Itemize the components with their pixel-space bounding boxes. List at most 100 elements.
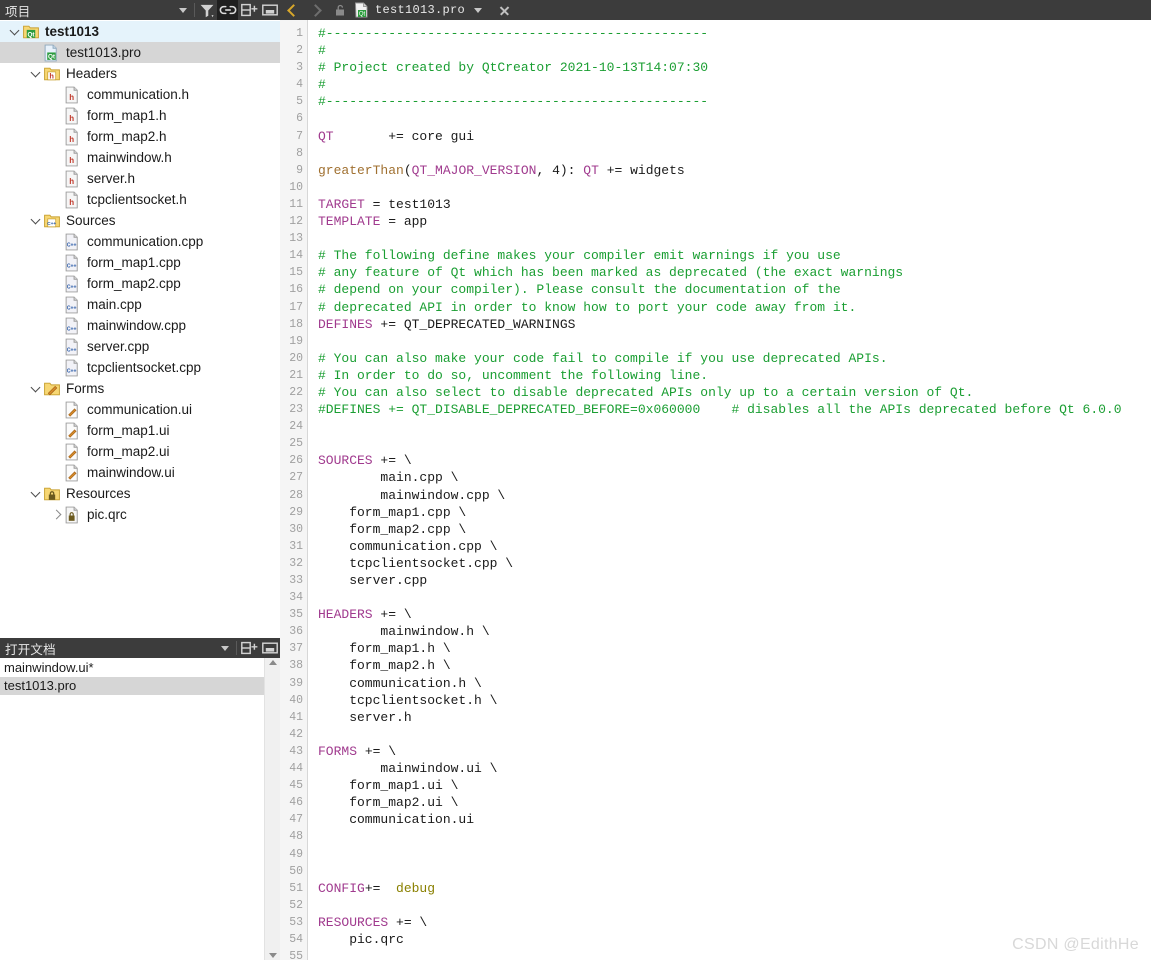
chevron-right-icon[interactable]	[48, 504, 64, 525]
tree-item-headers[interactable]: h Headers	[0, 63, 280, 84]
code-line[interactable]: #	[318, 76, 1151, 93]
projects-view-dropdown-button[interactable]	[172, 0, 193, 20]
chevron-down-icon[interactable]	[27, 210, 43, 231]
code-line[interactable]: CONFIG+= debug	[318, 880, 1151, 897]
chevron-down-icon[interactable]	[27, 483, 43, 504]
tree-item-pic-qrc[interactable]: pic.qrc	[0, 504, 280, 525]
code-line[interactable]	[318, 897, 1151, 914]
code-line[interactable]: TARGET = test1013	[318, 196, 1151, 213]
filter-button[interactable]	[196, 0, 217, 20]
code-line[interactable]: form_map2.h \	[318, 657, 1151, 674]
code-line[interactable]: communication.ui	[318, 811, 1151, 828]
code-line[interactable]: # You can also make your code fail to co…	[318, 350, 1151, 367]
code-line[interactable]	[318, 589, 1151, 606]
code-line[interactable]: # In order to do so, uncomment the follo…	[318, 367, 1151, 384]
code-content[interactable]: #---------------------------------------…	[308, 20, 1151, 960]
tree-item-server-h[interactable]: h server.h	[0, 168, 280, 189]
open-document-item[interactable]: mainwindow.ui*	[0, 659, 264, 677]
code-line[interactable]: communication.h \	[318, 675, 1151, 692]
current-file-indicator[interactable]: Qt test1013.pro	[354, 2, 465, 18]
code-line[interactable]: form_map1.cpp \	[318, 504, 1151, 521]
tree-item-form-map1-cpp[interactable]: C++ form_map1.cpp	[0, 252, 280, 273]
tree-item-form-map2-ui[interactable]: form_map2.ui	[0, 441, 280, 462]
open-documents-minimize-button[interactable]	[259, 638, 280, 658]
code-line[interactable]	[318, 333, 1151, 350]
toggle-read-only-button[interactable]	[328, 3, 352, 17]
close-document-button[interactable]	[491, 0, 517, 20]
chevron-down-icon[interactable]	[27, 378, 43, 399]
code-line[interactable]: form_map2.cpp \	[318, 521, 1151, 538]
code-line[interactable]: server.cpp	[318, 572, 1151, 589]
code-line[interactable]: DEFINES += QT_DEPRECATED_WARNINGS	[318, 316, 1151, 333]
add-split-button[interactable]	[238, 0, 259, 20]
code-line[interactable]: # any feature of Qt which has been marke…	[318, 264, 1151, 281]
code-line[interactable]: # Project created by QtCreator 2021-10-1…	[318, 59, 1151, 76]
tree-item-tcpclientsocket-h[interactable]: h tcpclientsocket.h	[0, 189, 280, 210]
file-list-dropdown-button[interactable]	[465, 0, 491, 20]
code-line[interactable]: mainwindow.ui \	[318, 760, 1151, 777]
chevron-down-icon[interactable]	[6, 21, 22, 42]
code-editor[interactable]: 1 2 3 4 5 6 7 8 9 10 11 12 13 14 15 16 17 18 19 20 21 22 23 24 2…	[280, 20, 1151, 960]
code-line[interactable]	[318, 145, 1151, 162]
open-document-item[interactable]: test1013.pro	[0, 677, 264, 695]
code-line[interactable]	[318, 435, 1151, 452]
open-documents-list[interactable]: mainwindow.ui* test1013.pro	[0, 658, 280, 960]
open-documents-items[interactable]: mainwindow.ui* test1013.pro	[0, 658, 264, 960]
code-line[interactable]: main.cpp \	[318, 469, 1151, 486]
tree-item-communication-cpp[interactable]: C++ communication.cpp	[0, 231, 280, 252]
code-line[interactable]	[318, 230, 1151, 247]
code-line[interactable]: #---------------------------------------…	[318, 25, 1151, 42]
code-line[interactable]: #	[318, 42, 1151, 59]
code-line[interactable]	[318, 726, 1151, 743]
code-line[interactable]: # depend on your compiler). Please consu…	[318, 281, 1151, 298]
code-line[interactable]	[318, 846, 1151, 863]
code-line[interactable]: communication.cpp \	[318, 538, 1151, 555]
tree-item-mainwindow-cpp[interactable]: C++ mainwindow.cpp	[0, 315, 280, 336]
open-documents-add-split-button[interactable]	[238, 638, 259, 658]
code-line[interactable]: form_map1.ui \	[318, 777, 1151, 794]
code-line[interactable]	[318, 418, 1151, 435]
code-line[interactable]: #---------------------------------------…	[318, 93, 1151, 110]
code-line[interactable]: RESOURCES += \	[318, 914, 1151, 931]
code-line[interactable]: TEMPLATE = app	[318, 213, 1151, 230]
minimize-panel-button[interactable]	[259, 0, 280, 20]
tree-item-server-cpp[interactable]: C++ server.cpp	[0, 336, 280, 357]
code-line[interactable]: FORMS += \	[318, 743, 1151, 760]
code-line[interactable]	[318, 863, 1151, 880]
code-line[interactable]: form_map1.h \	[318, 640, 1151, 657]
tree-item-main-cpp[interactable]: C++ main.cpp	[0, 294, 280, 315]
tree-item-test1013[interactable]: Qt test1013	[0, 21, 280, 42]
code-line[interactable]: # deprecated API in order to know how to…	[318, 299, 1151, 316]
open-documents-scrollbar[interactable]	[264, 658, 280, 960]
code-line[interactable]	[318, 179, 1151, 196]
code-line[interactable]: HEADERS += \	[318, 606, 1151, 623]
tree-item-sources[interactable]: C++ Sources	[0, 210, 280, 231]
open-documents-dropdown-button[interactable]	[214, 638, 235, 658]
code-line[interactable]: SOURCES += \	[318, 452, 1151, 469]
code-line[interactable]: # You can also select to disable depreca…	[318, 384, 1151, 401]
code-line[interactable]: server.h	[318, 709, 1151, 726]
chevron-down-icon[interactable]	[27, 63, 43, 84]
scroll-up-arrow-icon[interactable]	[268, 660, 277, 665]
tree-item-mainwindow-ui[interactable]: mainwindow.ui	[0, 462, 280, 483]
tree-item-forms[interactable]: Forms	[0, 378, 280, 399]
code-line[interactable]: # The following define makes your compil…	[318, 247, 1151, 264]
code-line[interactable]: #DEFINES += QT_DISABLE_DEPRECATED_BEFORE…	[318, 401, 1151, 418]
code-line[interactable]: form_map2.ui \	[318, 794, 1151, 811]
scroll-down-arrow-icon[interactable]	[268, 953, 277, 958]
navigate-forward-button[interactable]	[304, 0, 328, 20]
tree-item-communication-ui[interactable]: communication.ui	[0, 399, 280, 420]
navigate-back-button[interactable]	[280, 0, 304, 20]
tree-item-form-map2-cpp[interactable]: C++ form_map2.cpp	[0, 273, 280, 294]
code-line[interactable]	[318, 110, 1151, 127]
tree-item-form-map2-h[interactable]: h form_map2.h	[0, 126, 280, 147]
tree-item-tcpclientsocket-cpp[interactable]: C++ tcpclientsocket.cpp	[0, 357, 280, 378]
tree-item-resources[interactable]: Resources	[0, 483, 280, 504]
project-tree[interactable]: Qt test1013 Qt test1013.pro h Headers h communi…	[0, 20, 280, 638]
code-line[interactable]	[318, 828, 1151, 845]
tree-item-communication-h[interactable]: h communication.h	[0, 84, 280, 105]
tree-item-form-map1-ui[interactable]: form_map1.ui	[0, 420, 280, 441]
tree-item-mainwindow-h[interactable]: h mainwindow.h	[0, 147, 280, 168]
tree-item-test1013-pro[interactable]: Qt test1013.pro	[0, 42, 280, 63]
link-with-editor-button[interactable]	[217, 0, 238, 20]
